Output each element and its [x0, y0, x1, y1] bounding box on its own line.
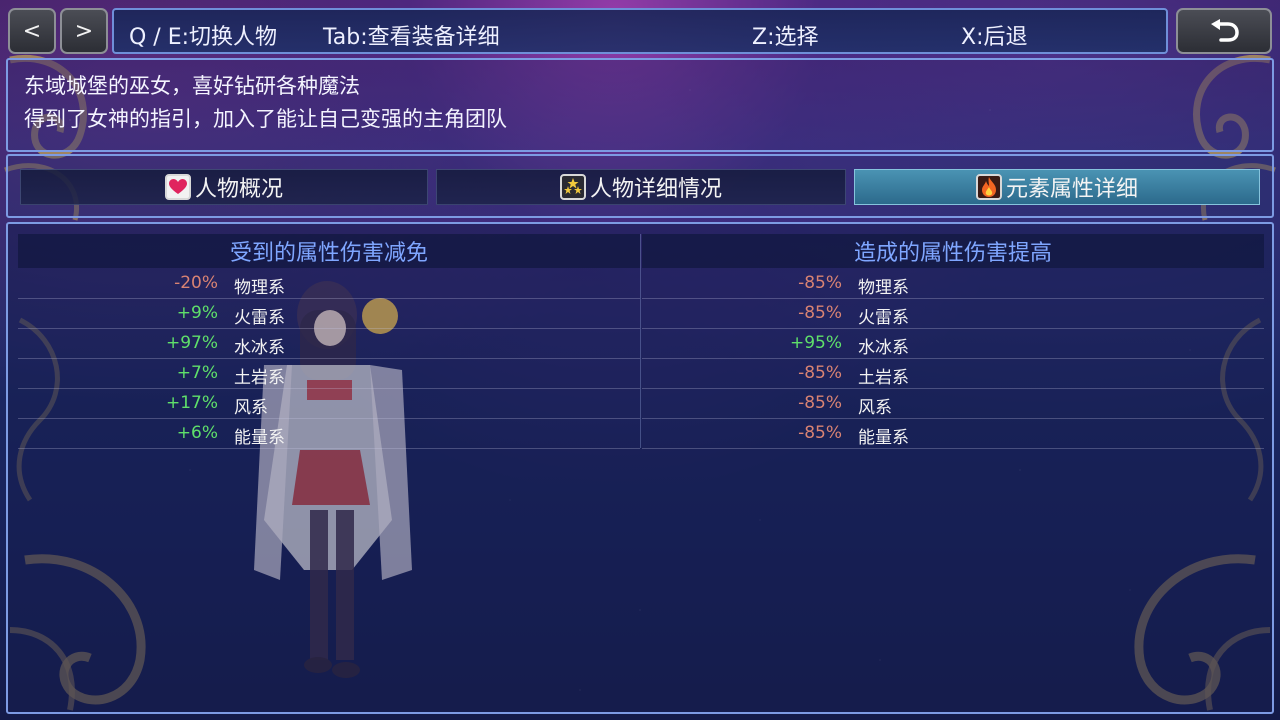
resistance-header: 受到的属性伤害减免 [18, 234, 640, 268]
attribute-value: -85% [798, 363, 842, 383]
attribute-name: 物理系 [858, 278, 909, 298]
attribute-value: +7% [176, 363, 218, 383]
element-attribute-panel: 受到的属性伤害减免 造成的属性伤害提高 -20% 物理系 +9% 火雷系 +97% 水冰系… [6, 222, 1274, 714]
resistance-row: -20% 物理系 [18, 268, 640, 299]
tab-character-overview[interactable]: 人物概况 [20, 169, 428, 205]
fire-icon [975, 174, 1002, 200]
resistance-row: +9% 火雷系 [18, 298, 640, 329]
damage-bonus-title: 造成的属性伤害提高 [853, 241, 1052, 266]
damage-bonus-row: -85% 土岩系 [642, 358, 1264, 389]
description-line-2: 得到了女神的指引，加入了能让自己变强的主角团队 [24, 107, 507, 131]
attribute-name: 水冰系 [858, 338, 909, 358]
heart-icon [164, 174, 191, 200]
return-arrow-icon [1211, 19, 1239, 42]
column-divider [640, 234, 641, 448]
tab-element-attributes-label: 元素属性详细 [1005, 177, 1138, 202]
prev-label: < [22, 18, 42, 44]
controls-hint-bar: Q / E:切换人物 Tab:查看装备详细 Z:选择 X:后退 [112, 8, 1168, 54]
next-label: > [74, 18, 94, 44]
attribute-name: 火雷系 [858, 308, 909, 328]
character-description-panel: 东域城堡的巫女，喜好钻研各种魔法 得到了女神的指引，加入了能让自己变强的主角团队 [6, 58, 1274, 152]
attribute-value: -85% [798, 303, 842, 323]
resistance-title: 受到的属性伤害减免 [229, 241, 428, 266]
damage-bonus-row: -85% 物理系 [642, 268, 1264, 299]
hint-switch-character: Q / E:切换人物 [129, 25, 278, 50]
attribute-name: 水冰系 [234, 338, 285, 358]
stars-icon [559, 174, 586, 200]
attribute-name: 能量系 [858, 428, 909, 448]
tab-character-details-label: 人物详细情况 [589, 177, 722, 202]
attribute-value: +17% [165, 393, 218, 413]
tab-element-attributes[interactable]: 元素属性详细 [854, 169, 1260, 205]
attribute-name: 物理系 [234, 278, 285, 298]
attribute-value: +97% [165, 333, 218, 353]
resistance-row: +17% 风系 [18, 388, 640, 419]
resistance-row: +7% 土岩系 [18, 358, 640, 389]
tab-character-overview-label: 人物概况 [194, 177, 283, 202]
description-line-1: 东域城堡的巫女，喜好钻研各种魔法 [24, 74, 360, 98]
resistance-row: +97% 水冰系 [18, 328, 640, 359]
attribute-name: 风系 [858, 398, 892, 418]
next-character-button[interactable]: > [60, 8, 108, 54]
attribute-value: -20% [174, 273, 218, 293]
resistance-row: +6% 能量系 [18, 418, 640, 449]
attribute-value: +6% [176, 423, 218, 443]
attribute-value: -85% [798, 393, 842, 413]
hint-back: X:后退 [961, 25, 1028, 50]
attribute-name: 土岩系 [858, 368, 909, 388]
damage-bonus-header: 造成的属性伤害提高 [642, 234, 1264, 268]
game-screen: < > Q / E:切换人物 Tab:查看装备详细 Z:选择 X:后退 东域城堡… [0, 0, 1280, 720]
attribute-value: -85% [798, 273, 842, 293]
hint-equipment-detail: Tab:查看装备详细 [323, 25, 500, 50]
attribute-value: +9% [176, 303, 218, 323]
attribute-name: 土岩系 [234, 368, 285, 388]
back-button[interactable] [1176, 8, 1272, 54]
attribute-name: 能量系 [234, 428, 285, 448]
prev-character-button[interactable]: < [8, 8, 56, 54]
tab-character-details[interactable]: 人物详细情况 [436, 169, 846, 205]
damage-bonus-row: -85% 能量系 [642, 418, 1264, 449]
attribute-name: 火雷系 [234, 308, 285, 328]
detail-tabs: 人物概况 人物详细情况 元素属性详细 [6, 154, 1274, 218]
hint-select: Z:选择 [752, 25, 819, 50]
damage-bonus-row: +95% 水冰系 [642, 328, 1264, 359]
attribute-value: -85% [798, 423, 842, 443]
damage-bonus-row: -85% 风系 [642, 388, 1264, 419]
attribute-name: 风系 [234, 398, 268, 418]
attribute-value: +95% [789, 333, 842, 353]
damage-bonus-row: -85% 火雷系 [642, 298, 1264, 329]
